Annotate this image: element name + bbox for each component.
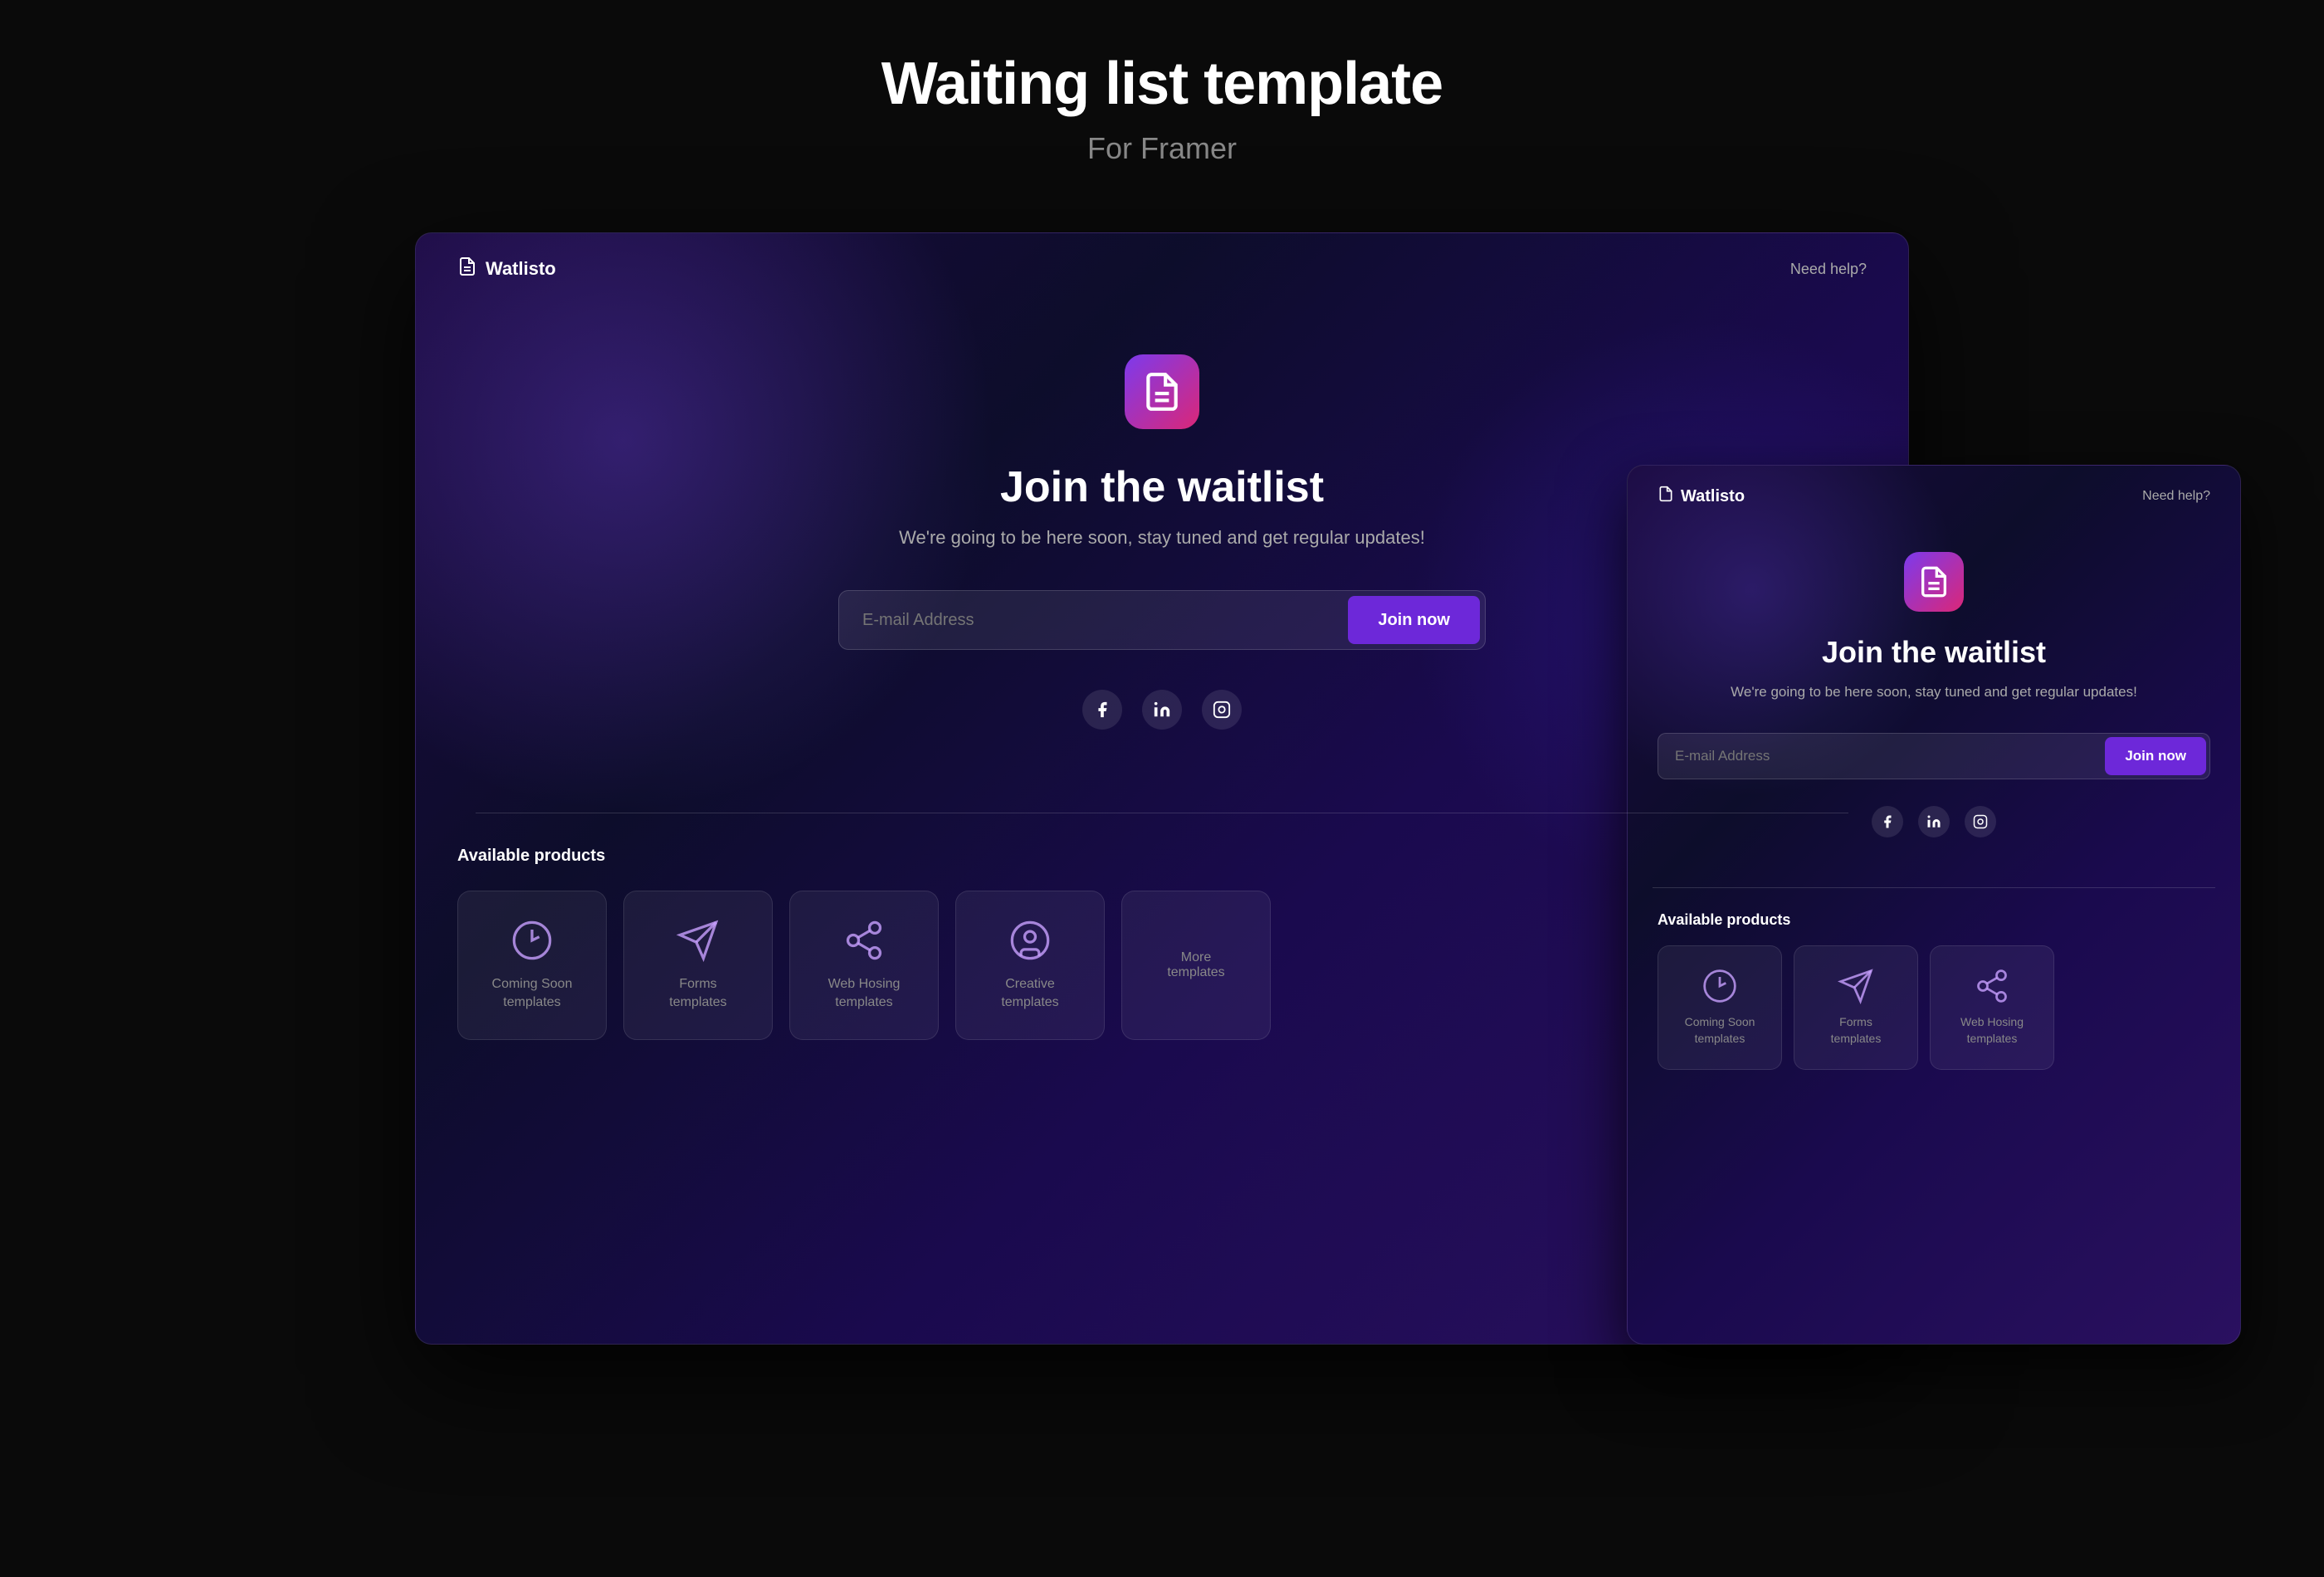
product-coming-soon[interactable]: Coming Soontemplates <box>457 891 607 1040</box>
product-more[interactable]: Moretemplates <box>1121 891 1271 1040</box>
product-coming-soon-label: Coming Soontemplates <box>492 975 573 1013</box>
screenshots-container: Watlisto Need help? Join the waitlist We… <box>83 232 2241 1345</box>
mobile-linkedin-icon[interactable] <box>1918 806 1950 837</box>
instagram-icon[interactable] <box>1202 690 1242 730</box>
product-creative[interactable]: Creativetemplates <box>955 891 1105 1040</box>
desktop-app-icon <box>1125 354 1199 429</box>
product-creative-label: Creativetemplates <box>1001 975 1058 1013</box>
desktop-logo-text: Watlisto <box>486 258 556 280</box>
desktop-email-form: Join now <box>838 590 1486 650</box>
desktop-help-link[interactable]: Need help? <box>1790 261 1867 278</box>
mobile-email-form: Join now <box>1658 733 2210 779</box>
desktop-join-button[interactable]: Join now <box>1348 596 1480 644</box>
mobile-products: Available products Coming Soontemplates … <box>1628 911 2240 1070</box>
page-subtitle: For Framer <box>1087 131 1237 166</box>
mobile-product-coming-soon[interactable]: Coming Soontemplates <box>1658 945 1782 1070</box>
facebook-icon[interactable] <box>1082 690 1122 730</box>
product-more-label: Moretemplates <box>1167 950 1224 980</box>
mobile-file-icon <box>1658 486 1674 507</box>
mobile-join-button[interactable]: Join now <box>2105 737 2206 775</box>
mobile-products-title: Available products <box>1658 911 2210 929</box>
mobile-hero-title: Join the waitlist <box>1822 635 2046 670</box>
mobile-navbar: Watlisto Need help? <box>1628 466 2240 527</box>
desktop-hero-title: Join the waitlist <box>1000 462 1324 512</box>
mobile-product-forms-label: Formstemplates <box>1831 1014 1882 1047</box>
product-web-hosting-label: Web Hosingtemplates <box>828 975 901 1013</box>
desktop-navbar: Watlisto Need help? <box>416 233 1908 305</box>
desktop-social-icons <box>1082 690 1242 730</box>
mobile-divider <box>1653 887 2216 888</box>
linkedin-icon[interactable] <box>1142 690 1182 730</box>
mobile-product-coming-soon-label: Coming Soontemplates <box>1685 1014 1755 1047</box>
mobile-product-web-hosting[interactable]: Web Hosingtemplates <box>1930 945 2054 1070</box>
product-web-hosting[interactable]: Web Hosingtemplates <box>789 891 939 1040</box>
mobile-logo: Watlisto <box>1658 486 1745 507</box>
mobile-hero-subtitle: We're going to be here soon, stay tuned … <box>1731 681 2137 703</box>
mobile-app-icon <box>1904 552 1964 612</box>
mobile-product-forms[interactable]: Formstemplates <box>1794 945 1918 1070</box>
product-forms[interactable]: Formstemplates <box>623 891 773 1040</box>
page-title: Waiting list template <box>881 50 1443 118</box>
product-forms-label: Formstemplates <box>669 975 726 1013</box>
desktop-hero-subtitle: We're going to be here soon, stay tuned … <box>899 527 1425 549</box>
mobile-help-link[interactable]: Need help? <box>2142 489 2210 504</box>
mobile-email-input[interactable] <box>1658 734 2102 779</box>
mobile-social-icons <box>1872 806 1996 837</box>
mobile-instagram-icon[interactable] <box>1965 806 1996 837</box>
mobile-product-web-hosting-label: Web Hosingtemplates <box>1960 1014 2024 1047</box>
mobile-products-grid: Coming Soontemplates Formstemplates <box>1658 945 2210 1070</box>
mobile-facebook-icon[interactable] <box>1872 806 1903 837</box>
desktop-logo: Watlisto <box>457 256 556 281</box>
mobile-logo-text: Watlisto <box>1681 487 1745 506</box>
desktop-email-input[interactable] <box>839 591 1343 649</box>
file-icon <box>457 256 477 281</box>
mobile-hero: Join the waitlist We're going to be here… <box>1628 527 2240 887</box>
